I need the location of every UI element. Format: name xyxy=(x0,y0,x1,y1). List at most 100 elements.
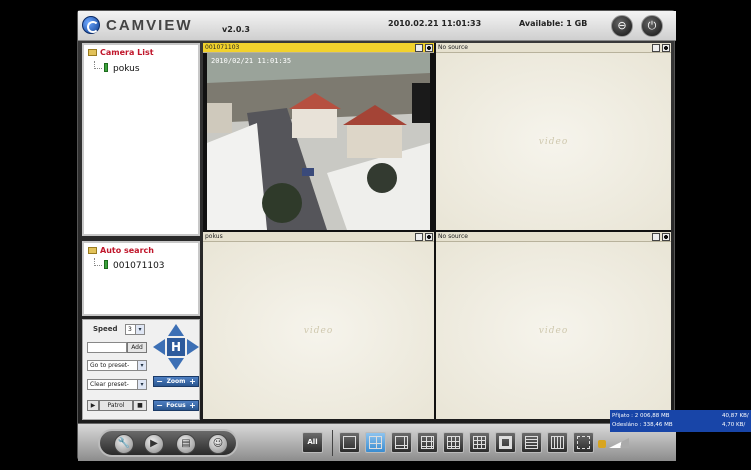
left-panel: Camera List pokus Auto search 001071103 … xyxy=(82,43,200,420)
video-cell[interactable]: No source video xyxy=(436,43,671,230)
power-button[interactable]: ⏻ xyxy=(641,15,663,37)
pan-down-button[interactable] xyxy=(168,358,184,370)
auto-search-title: Auto search xyxy=(88,246,154,255)
cell-title: No source xyxy=(438,44,468,51)
focus-control: − Focus + xyxy=(153,400,199,411)
record-icon[interactable] xyxy=(425,233,433,241)
layout-all-button[interactable]: All xyxy=(302,432,323,453)
live-video-feed: 2010/02/21 11:01:35 xyxy=(207,53,430,230)
zoom-control: − Zoom + xyxy=(153,376,199,387)
pan-right-button[interactable] xyxy=(187,339,199,355)
minimize-button[interactable]: ⊖ xyxy=(611,15,633,37)
chevron-down-icon: ▾ xyxy=(137,380,146,389)
video-timestamp: 2010/02/21 11:01:35 xyxy=(211,57,292,65)
record-icon[interactable] xyxy=(662,233,670,241)
layout-9-icon xyxy=(421,436,434,449)
layout-25-button[interactable] xyxy=(547,432,568,453)
pan-up-button[interactable] xyxy=(168,324,184,336)
video-watermark: video xyxy=(303,325,334,336)
pan-left-button[interactable] xyxy=(153,339,165,355)
preset-name-input[interactable] xyxy=(87,342,127,353)
zoom-in-button[interactable]: + xyxy=(188,377,197,386)
playback-button[interactable]: ▶ xyxy=(144,434,164,454)
camview-window: CAMVIEW v2.0.3 2010.02.21 11:01:33 Avail… xyxy=(77,10,676,461)
play-icon: ▶ xyxy=(90,402,96,409)
layout-13-button[interactable] xyxy=(469,432,490,453)
layout-8-icon xyxy=(499,436,512,449)
patrol-play-button[interactable]: ▶ xyxy=(87,400,99,411)
cell-title: pokus xyxy=(205,233,223,240)
power-icon: ⏻ xyxy=(647,19,657,32)
video-cell[interactable]: 001071103 2010/02/21 11:01:35 xyxy=(203,43,434,230)
camera-icon xyxy=(104,63,108,72)
network-stats: Přijato : 2 006,88 MB 40,87 KB/ Odesláno… xyxy=(610,410,751,432)
video-placeholder: video xyxy=(436,242,671,419)
cell-title: No source xyxy=(438,233,468,240)
video-cell[interactable]: pokus video xyxy=(203,232,434,419)
chevron-down-icon: ▾ xyxy=(137,361,146,370)
snapshot-icon[interactable] xyxy=(652,233,660,241)
camera-icon xyxy=(104,260,108,269)
playback-icon: ▶ xyxy=(150,438,158,449)
record-icon[interactable] xyxy=(425,44,433,52)
layout-8-button[interactable] xyxy=(495,432,516,453)
video-watermark: video xyxy=(538,136,569,147)
camera-image xyxy=(207,53,430,230)
layout-6-icon xyxy=(395,436,408,449)
camera-list-title: Camera List xyxy=(88,48,154,57)
schedule-button[interactable]: ▤ xyxy=(176,434,196,454)
layout-1-icon xyxy=(343,436,356,449)
focus-in-button[interactable]: + xyxy=(188,401,197,410)
zoom-out-button[interactable]: − xyxy=(155,377,164,386)
auto-search-item[interactable]: 001071103 xyxy=(94,258,165,271)
camera-list-item[interactable]: pokus xyxy=(94,61,140,74)
record-icon[interactable] xyxy=(662,44,670,52)
folder-icon xyxy=(88,247,97,254)
minimize-icon: ⊖ xyxy=(617,19,627,32)
cell-header: 001071103 xyxy=(203,43,434,53)
video-placeholder: video xyxy=(203,242,434,419)
camera-list-panel: Camera List pokus xyxy=(82,43,200,236)
snapshot-icon[interactable] xyxy=(415,44,423,52)
layout-25-icon xyxy=(551,436,564,449)
speed-select[interactable]: 3 ▾ xyxy=(125,324,145,335)
wrench-icon: 🔧 xyxy=(117,438,131,449)
patrol-button[interactable]: Patrol xyxy=(99,400,133,411)
goto-preset-select[interactable]: Go to preset- ▾ xyxy=(87,360,147,371)
snapshot-icon[interactable] xyxy=(652,44,660,52)
camview-logo-icon xyxy=(82,16,100,34)
auto-search-panel: Auto search 001071103 xyxy=(82,241,200,316)
layout-16-button[interactable] xyxy=(521,432,542,453)
fullscreen-icon xyxy=(577,436,590,449)
layout-4-button[interactable] xyxy=(365,432,386,453)
add-preset-button[interactable]: Add xyxy=(127,342,147,353)
video-cell[interactable]: No source video xyxy=(436,232,671,419)
app-name: CAMVIEW xyxy=(106,17,193,34)
patrol-stop-button[interactable]: ■ xyxy=(133,400,147,411)
settings-button[interactable]: 🔧 xyxy=(114,434,134,454)
layout-16-icon xyxy=(525,436,538,449)
layout-13-icon xyxy=(473,436,486,449)
focus-out-button[interactable]: − xyxy=(155,401,164,410)
home-button[interactable]: H xyxy=(167,338,185,356)
layout-6-button[interactable] xyxy=(391,432,412,453)
bottom-toolbar: 🔧 ▶ ▤ ☺ All xyxy=(78,423,676,461)
clear-preset-select[interactable]: Clear preset- ▾ xyxy=(87,379,147,390)
version-label: v2.0.3 xyxy=(222,25,250,34)
layout-1-button[interactable] xyxy=(339,432,360,453)
folder-icon xyxy=(88,49,97,56)
chevron-down-icon: ▾ xyxy=(135,325,144,334)
video-grid: 001071103 2010/02/21 11:01:35 No source … xyxy=(203,43,671,419)
title-bar: CAMVIEW v2.0.3 2010.02.21 11:01:33 Avail… xyxy=(78,11,676,41)
snapshot-icon[interactable] xyxy=(415,233,423,241)
fullscreen-button[interactable] xyxy=(573,432,594,453)
storage-available: Available: 1 GB xyxy=(519,19,588,28)
layout-10-button[interactable] xyxy=(443,432,464,453)
layout-4-icon xyxy=(369,436,382,449)
layout-9-button[interactable] xyxy=(417,432,438,453)
ptz-dpad: H xyxy=(153,324,199,370)
cell-header: No source xyxy=(436,232,671,242)
speaker-icon[interactable] xyxy=(598,440,606,448)
users-button[interactable]: ☺ xyxy=(208,434,228,454)
volume-slider[interactable] xyxy=(609,438,629,448)
